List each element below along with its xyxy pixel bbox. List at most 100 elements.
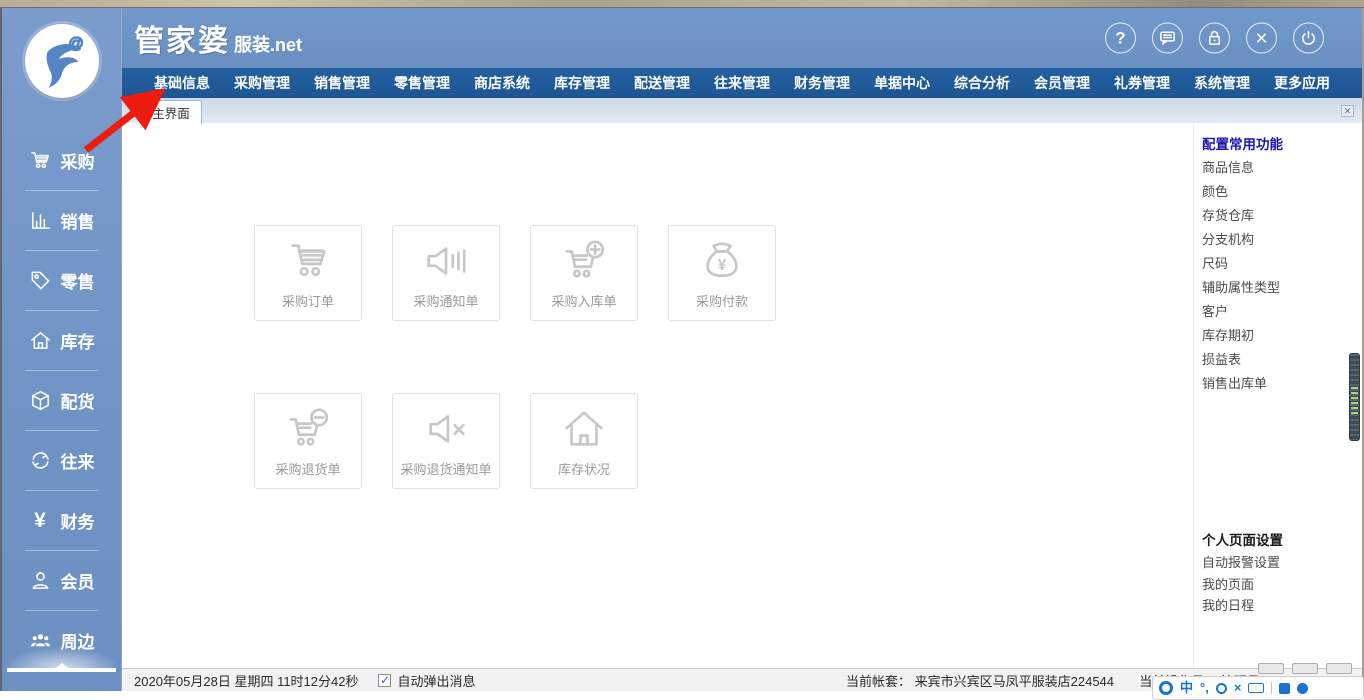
tile-purchase-notice[interactable]: 采购通知单 [392, 225, 500, 321]
ime-keyboard-icon[interactable] [1248, 683, 1265, 693]
sidebar-item-sales[interactable]: 销售 [2, 190, 121, 250]
menu-item-inventory-mgmt[interactable]: 库存管理 [542, 68, 622, 98]
active-indicator [7, 668, 116, 672]
ime-close-icon[interactable]: × [1234, 680, 1242, 696]
sidebar-item-label: 库存 [60, 332, 95, 352]
tile-label: 采购退货通知单 [400, 462, 492, 477]
sidebar-item-members[interactable]: 会员 [2, 550, 121, 610]
ime-fullwidth-icon[interactable] [1215, 682, 1227, 694]
svg-text:¥: ¥ [718, 257, 727, 274]
tile-label: 库存状况 [557, 462, 610, 477]
help-icon[interactable]: ? [1105, 22, 1136, 54]
sidebar-item-label: 配货 [60, 392, 95, 412]
app-header: 管家婆 服装 .net ? [122, 8, 1364, 68]
link-aux-attribute-type[interactable]: 辅助属性类型 [1202, 276, 1283, 300]
tile-purchase-stock-in[interactable]: 采购入库单 [530, 225, 638, 321]
auto-popup-label: 自动弹出消息 [397, 673, 476, 689]
cube-icon [31, 390, 49, 410]
people-icon [30, 633, 50, 646]
link-auto-alert-settings[interactable]: 自动报警设置 [1202, 552, 1283, 574]
menu-item-analysis[interactable]: 综合分析 [942, 68, 1022, 98]
link-customer[interactable]: 客户 [1202, 300, 1283, 324]
ime-skin-icon[interactable] [1279, 682, 1291, 694]
cart-plus-icon [565, 240, 605, 278]
sidebar-item-label: 财务 [60, 512, 95, 532]
sidebar-item-label: 会员 [60, 572, 95, 592]
link-my-schedule[interactable]: 我的日程 [1202, 595, 1283, 617]
menu-item-contacts-mgmt[interactable]: 往来管理 [702, 68, 782, 98]
window-thumb-icon[interactable] [1292, 663, 1318, 674]
sidebar-item-peripheral[interactable]: 周边 [2, 610, 121, 672]
menu-item-voucher-mgmt[interactable]: 礼券管理 [1102, 68, 1182, 98]
ime-chinese-mode-icon[interactable]: 中 [1180, 680, 1193, 696]
ime-settings-icon[interactable] [1297, 682, 1309, 694]
sidebar-item-label: 采购 [60, 152, 95, 172]
sidebar-item-purchase[interactable]: 采购 [2, 130, 121, 190]
scrollbar-thumb[interactable] [1349, 353, 1360, 441]
link-my-page[interactable]: 我的页面 [1202, 574, 1283, 596]
header-icon-group: ? [1105, 22, 1324, 54]
sidebar-item-retail[interactable]: 零售 [2, 250, 121, 310]
link-branch[interactable]: 分支机构 [1202, 228, 1283, 252]
menu-item-basic-info[interactable]: 基础信息 [142, 68, 222, 98]
desktop-edge-strip [0, 0, 1364, 8]
tile-purchase-payment[interactable]: ¥ 采购付款 [668, 225, 776, 321]
menu-item-system-mgmt[interactable]: 系统管理 [1182, 68, 1262, 98]
configure-common-functions-link[interactable]: 配置常用功能 [1202, 134, 1283, 156]
menu-item-more-apps[interactable]: 更多应用 [1262, 68, 1342, 98]
link-opening-inventory[interactable]: 库存期初 [1202, 324, 1283, 348]
ime-toolbar: 中 °, × [1152, 676, 1364, 700]
sidebar-item-finance[interactable]: ¥ 财务 [2, 490, 121, 550]
tile-label: 采购退货单 [275, 462, 341, 477]
personal-page-settings-header[interactable]: 个人页面设置 [1202, 530, 1283, 552]
close-tabs-icon[interactable]: ✕ [1341, 105, 1354, 117]
tile-label: 采购付款 [695, 294, 748, 309]
brand-product: 服装 [234, 35, 270, 55]
quick-functions-section: 配置常用功能 商品信息 颜色 存货仓库 分支机构 尺码 辅助属性类型 客户 库存… [1202, 134, 1283, 396]
lock-icon[interactable] [1199, 22, 1230, 54]
tab-main-interface[interactable]: 主界面 [140, 100, 202, 124]
sidebar-item-label: 销售 [60, 212, 95, 232]
cart-minus-icon [289, 408, 329, 446]
link-stock-warehouse[interactable]: 存货仓库 [1202, 204, 1283, 228]
link-sales-stock-out[interactable]: 销售出库单 [1202, 372, 1283, 396]
sidebar: @ 采购 销售 零售 库存 配货 往来 ¥ 财务 会员 周边 [0, 8, 122, 691]
yen-icon: ¥ [34, 508, 46, 532]
ime-punctuation-icon[interactable]: °, [1200, 680, 1209, 696]
brand-logo-text: 管家婆 服装 .net [134, 16, 302, 60]
window-thumb-icon[interactable] [1258, 663, 1284, 674]
account-value: 来宾市兴宾区马凤平服装店224544 [914, 673, 1115, 689]
menu-item-finance-mgmt[interactable]: 财务管理 [782, 68, 862, 98]
link-profit-loss[interactable]: 损益表 [1202, 348, 1283, 372]
brand-suffix: .net [270, 35, 303, 55]
link-size[interactable]: 尺码 [1202, 252, 1283, 276]
taskbar-thumbnails [1258, 663, 1352, 674]
ime-logo-icon[interactable] [1159, 681, 1173, 695]
menu-item-distribution-mgmt[interactable]: 配送管理 [622, 68, 702, 98]
tile-purchase-return[interactable]: 采购退货单 [254, 393, 362, 489]
ime-separator [1271, 682, 1273, 694]
account-label: 当前帐套： [846, 673, 912, 689]
sidebar-item-contacts[interactable]: 往来 [2, 430, 121, 490]
window-thumb-icon[interactable] [1326, 663, 1352, 674]
tile-inventory-status[interactable]: 库存状况 [530, 393, 638, 489]
menu-item-sales-mgmt[interactable]: 销售管理 [302, 68, 382, 98]
menu-item-store-system[interactable]: 商店系统 [462, 68, 542, 98]
power-icon[interactable] [1293, 22, 1324, 54]
sidebar-item-inventory[interactable]: 库存 [2, 310, 121, 370]
menu-item-purchase-mgmt[interactable]: 采购管理 [222, 68, 302, 98]
message-icon[interactable] [1152, 22, 1183, 54]
workspace: 采购订单 采购通知单 采购入库单 ¥ 采购付款 采购退货单 采购退货通知单 库存… [122, 124, 1193, 668]
tile-purchase-return-notice[interactable]: 采购退货通知单 [392, 393, 500, 489]
close-icon[interactable] [1246, 22, 1277, 54]
auto-popup-checkbox[interactable]: ✓ [378, 673, 392, 687]
tile-purchase-order[interactable]: 采购订单 [254, 225, 362, 321]
link-product-info[interactable]: 商品信息 [1202, 156, 1283, 180]
main-menubar: 基础信息 采购管理 销售管理 零售管理 商店系统 库存管理 配送管理 往来管理 … [122, 68, 1364, 98]
app-logo: @ [24, 24, 99, 98]
menu-item-member-mgmt[interactable]: 会员管理 [1022, 68, 1102, 98]
menu-item-retail-mgmt[interactable]: 零售管理 [382, 68, 462, 98]
menu-item-document-center[interactable]: 单据中心 [862, 68, 942, 98]
sidebar-item-distribution[interactable]: 配货 [2, 370, 121, 430]
link-color[interactable]: 颜色 [1202, 180, 1283, 204]
